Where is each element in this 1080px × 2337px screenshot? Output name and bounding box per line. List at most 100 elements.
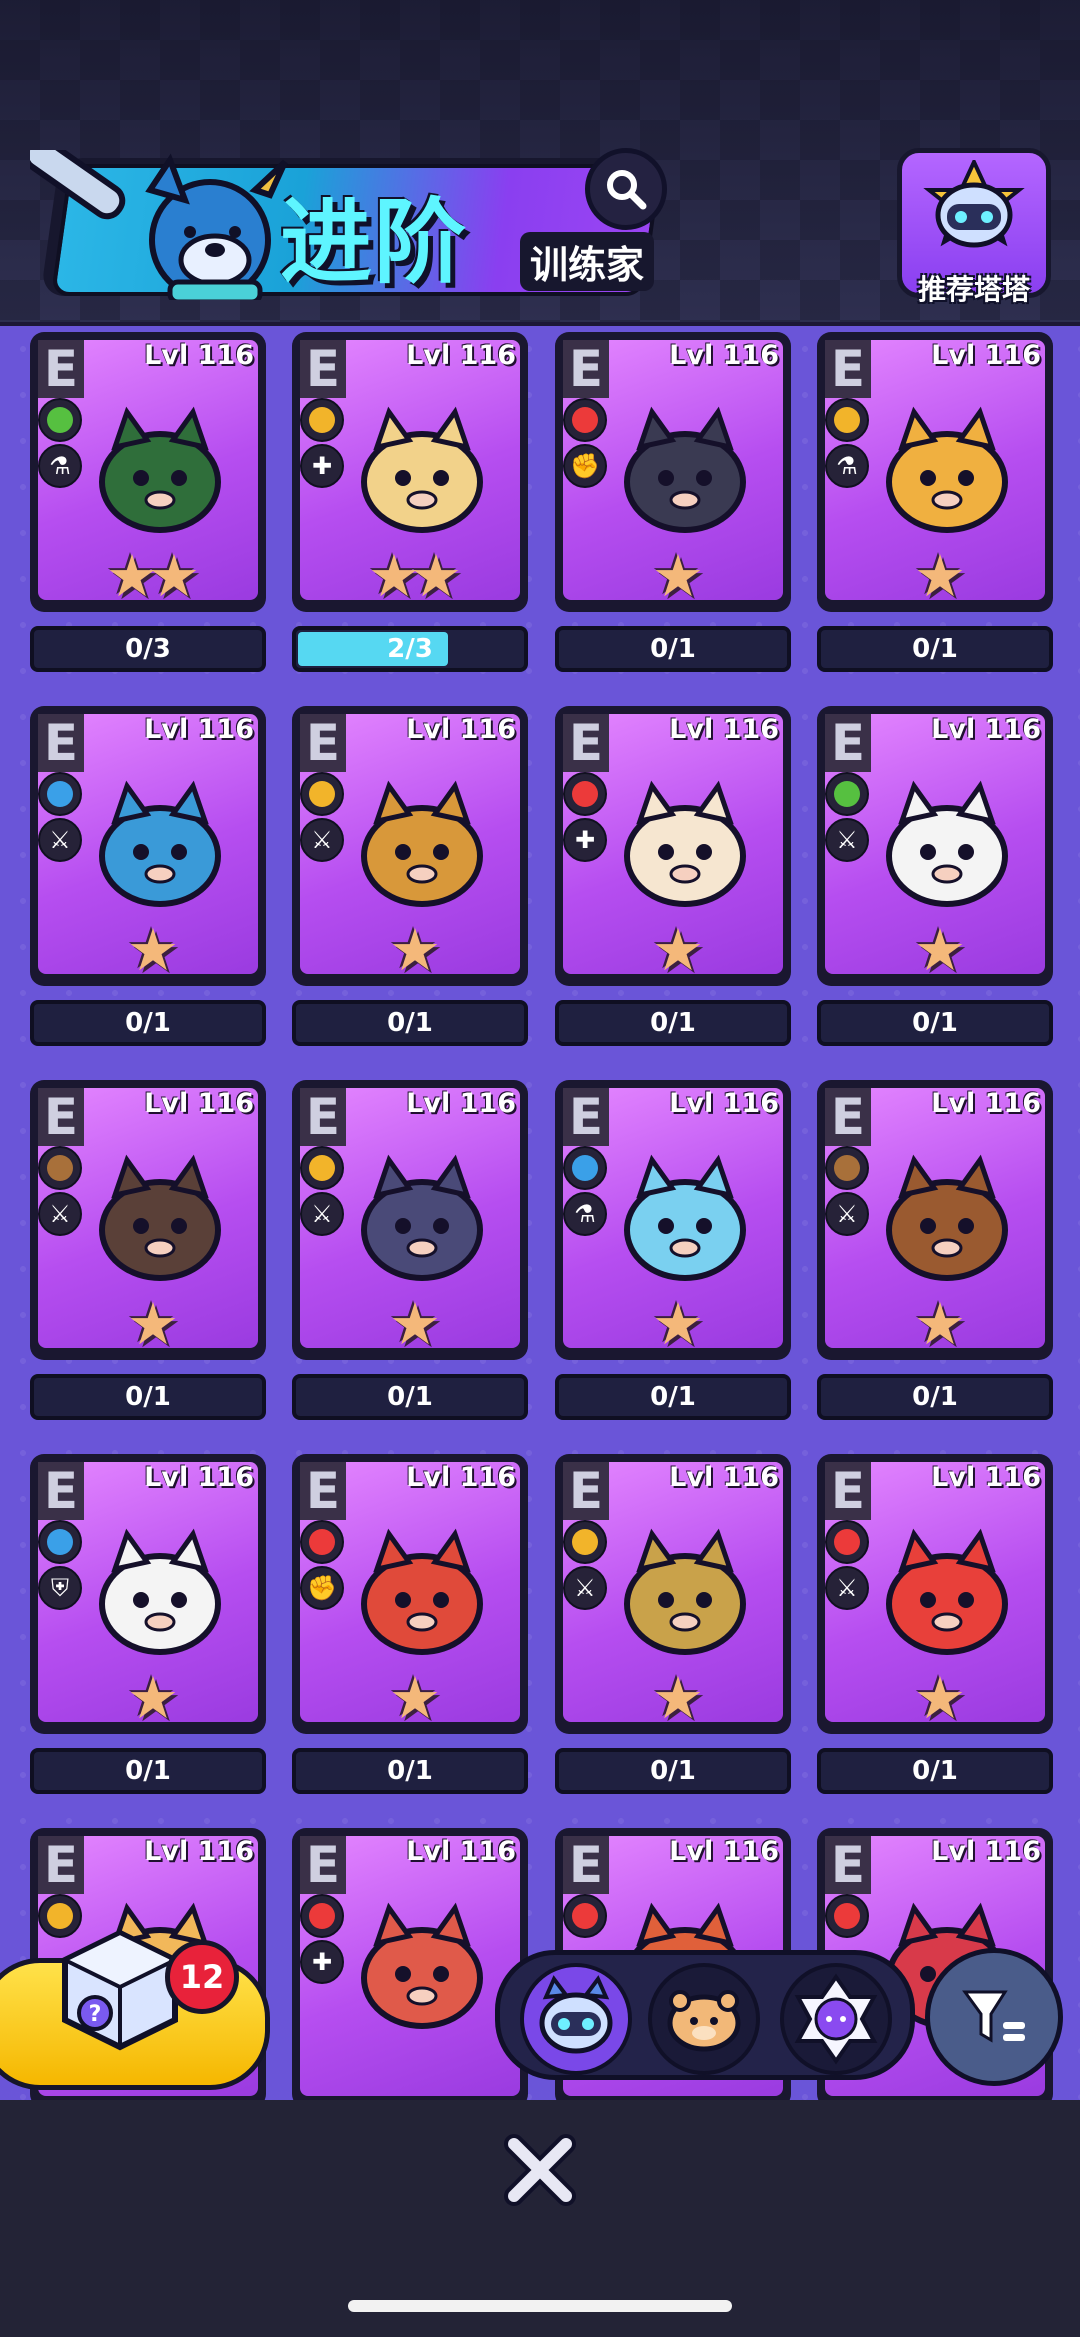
electric-element-icon — [300, 398, 344, 442]
level-label: Lvl 116 — [669, 1462, 779, 1493]
monster-card[interactable]: E Lvl 116 ⚗ ★ — [817, 332, 1053, 612]
monster-art — [361, 1528, 483, 1655]
progress-text: 0/1 — [387, 1756, 433, 1786]
monster-art — [886, 406, 1008, 533]
monster-card[interactable]: E Lvl 116 ✊ ★ — [292, 1454, 528, 1734]
electric-element-icon — [563, 1520, 607, 1564]
earth-element-icon — [38, 1146, 82, 1190]
monster-card[interactable]: E Lvl 116 ⚔ ★ — [817, 1080, 1053, 1360]
star-rating: ★ — [652, 916, 704, 984]
monster-art — [99, 780, 221, 907]
recommend-button[interactable]: 推荐塔塔 — [897, 148, 1051, 308]
progress-text: 0/1 — [912, 1382, 958, 1412]
progress-bar: 2/3 — [292, 626, 528, 672]
monster-art — [99, 1154, 221, 1281]
svg-text:?: ? — [89, 2002, 102, 2027]
rank-label: E — [300, 714, 346, 772]
rank-label: E — [825, 1088, 871, 1146]
progress-bar: 0/1 — [817, 626, 1053, 672]
monster-art — [361, 406, 483, 533]
robot-cat-icon — [539, 1975, 613, 2054]
level-label: Lvl 116 — [669, 1836, 779, 1867]
monster-card[interactable]: E Lvl 116 ✚ ★ — [555, 706, 791, 986]
level-label: Lvl 116 — [406, 1462, 516, 1493]
monster-art — [624, 1528, 746, 1655]
progress-bar: 0/1 — [30, 1748, 266, 1794]
level-label: Lvl 116 — [406, 1836, 516, 1867]
progress-bar: 0/1 — [555, 1374, 791, 1420]
earth-element-icon — [825, 1146, 869, 1190]
monster-art — [624, 406, 746, 533]
sword-icon: ⚔ — [825, 818, 869, 862]
star-rating: ★ — [127, 916, 179, 984]
close-icon[interactable] — [500, 2130, 580, 2210]
monster-art — [99, 406, 221, 533]
sword-icon: ⚔ — [825, 1566, 869, 1610]
star-rating: ★★ — [106, 542, 200, 610]
level-label: Lvl 116 — [406, 340, 516, 371]
sword-icon: ⚔ — [300, 1192, 344, 1236]
filter-button[interactable] — [925, 1948, 1063, 2086]
star-rating: ★ — [389, 1290, 441, 1358]
progress-text: 0/1 — [912, 1008, 958, 1038]
plus-icon: ✚ — [300, 444, 344, 488]
level-label: Lvl 116 — [406, 714, 516, 745]
rank-label: E — [825, 1462, 871, 1520]
progress-bar: 0/1 — [817, 1748, 1053, 1794]
star-rating: ★ — [127, 1290, 179, 1358]
monster-card[interactable]: E Lvl 116 ⚔ ★ — [817, 706, 1053, 986]
monster-card[interactable]: E Lvl 116 ✊ ★ — [555, 332, 791, 612]
monster-card[interactable]: E Lvl 116 ⚔ ★ — [292, 706, 528, 986]
water-element-icon — [563, 1146, 607, 1190]
electric-element-icon — [300, 772, 344, 816]
star-rating: ★★ — [368, 542, 462, 610]
plus-icon: ✚ — [300, 1940, 344, 1984]
crystal-cat-icon — [794, 1973, 878, 2065]
monster-card[interactable]: E Lvl 116 ✚ — [292, 1828, 528, 2108]
tab-hamster[interactable] — [648, 1963, 760, 2075]
rank-label: E — [563, 1088, 609, 1146]
progress-bar: 0/1 — [292, 1374, 528, 1420]
star-rating: ★ — [652, 1664, 704, 1732]
monster-card[interactable]: E Lvl 116 ⚔ ★ — [555, 1454, 791, 1734]
monster-card[interactable]: E Lvl 116 ⚔ ★ — [30, 706, 266, 986]
progress-text: 0/1 — [650, 1756, 696, 1786]
level-label: Lvl 116 — [144, 714, 254, 745]
monster-card[interactable]: E Lvl 116 ⚗ ★ — [555, 1080, 791, 1360]
monster-art — [99, 1528, 221, 1655]
monster-card[interactable]: E Lvl 116 ✚ ★★ — [292, 332, 528, 612]
electric-element-icon — [825, 398, 869, 442]
progress-bar: 0/1 — [30, 1374, 266, 1420]
search-button[interactable] — [585, 148, 667, 230]
sword-icon: ⚔ — [38, 1192, 82, 1236]
mystery-cube-icon: ? — [60, 1929, 180, 2051]
fire-element-icon — [563, 398, 607, 442]
progress-bar: 0/1 — [30, 1000, 266, 1046]
monster-card[interactable]: E Lvl 116 ⚔ ★ — [30, 1080, 266, 1360]
rank-label: E — [825, 1836, 871, 1894]
water-element-icon — [38, 1520, 82, 1564]
fist-icon: ✊ — [563, 444, 607, 488]
fire-element-icon — [300, 1894, 344, 1938]
search-icon — [607, 170, 647, 210]
rank-label: E — [563, 1836, 609, 1894]
rank-label: E — [300, 1836, 346, 1894]
star-rating: ★ — [652, 542, 704, 610]
fire-element-icon — [825, 1520, 869, 1564]
monster-card[interactable]: E Lvl 116 ⚔ ★ — [817, 1454, 1053, 1734]
page-subtitle: 训练家 — [520, 232, 655, 291]
capsule-count-badge: 12 — [165, 1940, 239, 2014]
tab-robot-cat[interactable] — [520, 1963, 632, 2075]
monster-card[interactable]: E Lvl 116 ⚔ ★ — [292, 1080, 528, 1360]
progress-text: 2/3 — [387, 634, 433, 664]
progress-bar: 0/1 — [292, 1748, 528, 1794]
monster-art — [886, 1528, 1008, 1655]
monster-card[interactable]: E Lvl 116 ⛨ ★ — [30, 1454, 266, 1734]
monster-card[interactable]: E Lvl 116 ⚗ ★★ — [30, 332, 266, 612]
tab-crystal-cat[interactable] — [780, 1963, 892, 2075]
rank-label: E — [300, 340, 346, 398]
rank-label: E — [563, 340, 609, 398]
monster-art — [886, 780, 1008, 907]
rank-label: E — [300, 1462, 346, 1520]
rank-label: E — [563, 714, 609, 772]
